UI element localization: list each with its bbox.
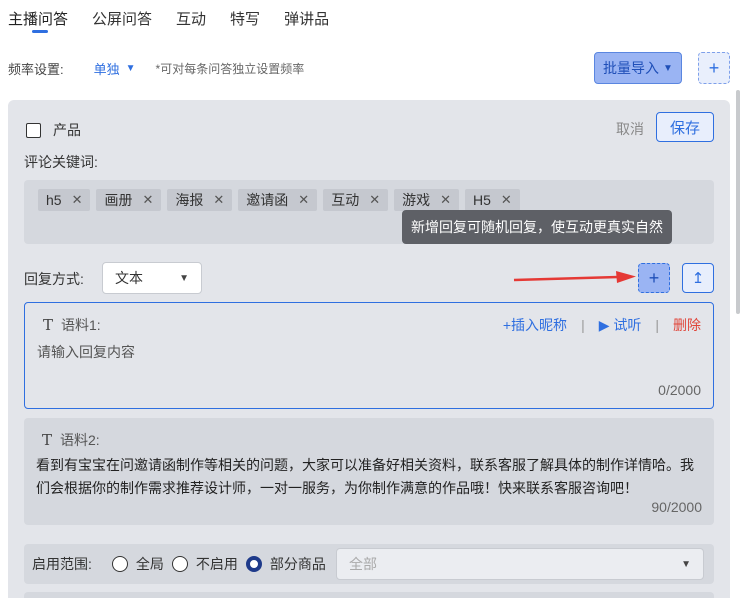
char-counter: 90/2000 (651, 499, 702, 515)
caret-down-icon: ▼ (663, 62, 673, 74)
char-counter: 0/2000 (658, 382, 701, 398)
frequency-label: 频率设置: (8, 61, 64, 77)
reply-method-value: 文本 (115, 270, 143, 286)
delete-button[interactable]: 删除 (673, 315, 701, 335)
close-icon[interactable]: ✕ (501, 192, 512, 208)
corpus-card: T 语料2: 看到有宝宝在问邀请函制作等相关的问题，大家可以准备好相关资料，联系… (24, 418, 714, 525)
close-icon[interactable]: ✕ (213, 192, 224, 208)
corpus-card: T 语料1: +插入昵称 | ▶ 试听 | 删除 请输入回复内容 0/2000 (24, 302, 714, 409)
corpus-header: T 语料1: (43, 315, 101, 335)
corpus-header: T 语料2: (42, 430, 100, 450)
corpus-textarea[interactable]: 请输入回复内容 (37, 341, 699, 364)
scope-row: 启用范围: 全局 不启用 部分商品 全部 ▼ (24, 544, 714, 584)
scope-option-label: 全局 (135, 556, 164, 572)
upload-button[interactable]: ↥ (682, 263, 714, 293)
close-icon[interactable]: ✕ (72, 192, 83, 208)
save-button[interactable]: 保存 (656, 112, 714, 142)
close-icon[interactable]: ✕ (440, 192, 451, 208)
product-scope-select[interactable]: 全部 ▼ (336, 548, 704, 580)
product-checkbox[interactable] (26, 122, 41, 138)
keyword-tag-text: 邀请函 (246, 192, 289, 208)
tab-product-popup[interactable]: 弹讲品 (284, 0, 329, 29)
keyword-tag-text: 互动 (331, 192, 360, 208)
scope-option-disabled[interactable]: 不启用 (171, 554, 238, 574)
reply-method-select[interactable]: 文本 ▼ (102, 262, 202, 294)
corpus-title: 语料1: (61, 317, 101, 333)
keyword-tag-text: H5 (473, 192, 491, 208)
frequency-row: 频率设置: 单独 ▼ *可对每条问答独立设置频率 (8, 56, 304, 80)
keyword-tag: h5 ✕ (38, 189, 91, 211)
add-corpus-button[interactable]: + (638, 263, 670, 293)
insert-nickname-button[interactable]: +插入昵称 (503, 315, 567, 335)
add-qa-button[interactable]: + (698, 52, 730, 84)
tab-closeup[interactable]: 特写 (230, 0, 260, 29)
product-scope-placeholder: 全部 (349, 556, 377, 572)
tab-public-screen-qa[interactable]: 公屏问答 (92, 0, 152, 29)
product-checkbox-label: 产品 (53, 122, 81, 138)
corpus-title: 语料2: (60, 432, 100, 448)
upload-icon: ↥ (691, 270, 705, 287)
radio-button[interactable] (245, 556, 262, 572)
reply-method-label: 回复方式: (24, 271, 84, 287)
top-tabs: 主播问答 公屏问答 互动 特写 弹讲品 (8, 0, 329, 36)
keyword-tag: 画册 ✕ (96, 189, 162, 211)
radio-button[interactable] (171, 556, 188, 572)
keyword-tag-text: 游戏 (402, 192, 431, 208)
qa-editor-panel: 产品 取消 保存 评论关键词: h5 ✕ 画册 ✕ 海报 ✕ 邀请函 ✕ 互动 ✕ 游戏 ✕… (8, 100, 730, 598)
text-type-icon: T (42, 431, 53, 449)
keyword-tag: H5 ✕ (465, 189, 520, 211)
add-reply-tooltip: 新增回复可随机回复，使互动更真实自然 (402, 210, 672, 244)
caret-down-icon: ▼ (125, 62, 136, 74)
close-icon[interactable]: ✕ (142, 192, 153, 208)
batch-import-button[interactable]: 批量导入 ▼ (594, 52, 682, 84)
corpus-actions: +插入昵称 | ▶ 试听 | 删除 (503, 315, 701, 335)
keyword-tag: 海报 ✕ (167, 189, 233, 211)
scope-option-label: 部分商品 (269, 556, 326, 572)
keywords-label: 评论关键词: (24, 154, 98, 170)
frequency-value: 单独 (93, 61, 120, 77)
scrollbar[interactable] (736, 90, 740, 314)
keyword-tag-text: 海报 (175, 192, 204, 208)
radio-button[interactable] (111, 556, 128, 572)
divider: | (655, 317, 659, 333)
keyword-tag: 邀请函 ✕ (238, 189, 318, 211)
keyword-tag-text: h5 (46, 192, 62, 208)
keyword-tag-text: 画册 (104, 192, 133, 208)
scope-option-label: 不启用 (195, 556, 238, 572)
frequency-select[interactable]: 单独 ▼ (94, 59, 136, 78)
product-checkbox-row: 产品 (26, 120, 81, 140)
scope-option-global[interactable]: 全局 (111, 554, 164, 574)
keyword-tag: 互动 ✕ (323, 189, 389, 211)
tab-interaction[interactable]: 互动 (176, 0, 206, 29)
batch-import-label: 批量导入 (603, 60, 660, 76)
text-type-icon: T (43, 316, 54, 334)
close-icon[interactable]: ✕ (298, 192, 309, 208)
frequency-note: *可对每条问答独立设置频率 (155, 61, 305, 76)
scope-label: 启用范围: (32, 556, 92, 572)
corpus-textarea[interactable]: 看到有宝宝在问邀请函制作等相关的问题，大家可以准备好相关资料，联系客服了解具体的… (36, 454, 700, 500)
caret-down-icon: ▼ (179, 272, 189, 284)
keyword-tag-list: h5 ✕ 画册 ✕ 海报 ✕ 邀请函 ✕ 互动 ✕ 游戏 ✕ H5 ✕ (38, 189, 520, 211)
divider: | (581, 317, 585, 333)
next-section-strip (24, 592, 714, 598)
keyword-tag: 游戏 ✕ (394, 189, 460, 211)
cancel-button[interactable]: 取消 (616, 119, 644, 139)
scope-option-partial-products[interactable]: 部分商品 (245, 554, 326, 574)
red-arrow-icon (513, 271, 636, 283)
caret-down-icon: ▼ (681, 558, 691, 570)
close-icon[interactable]: ✕ (369, 192, 380, 208)
tab-anchor-qa[interactable]: 主播问答 (8, 0, 68, 33)
listen-button[interactable]: ▶ 试听 (599, 315, 642, 335)
